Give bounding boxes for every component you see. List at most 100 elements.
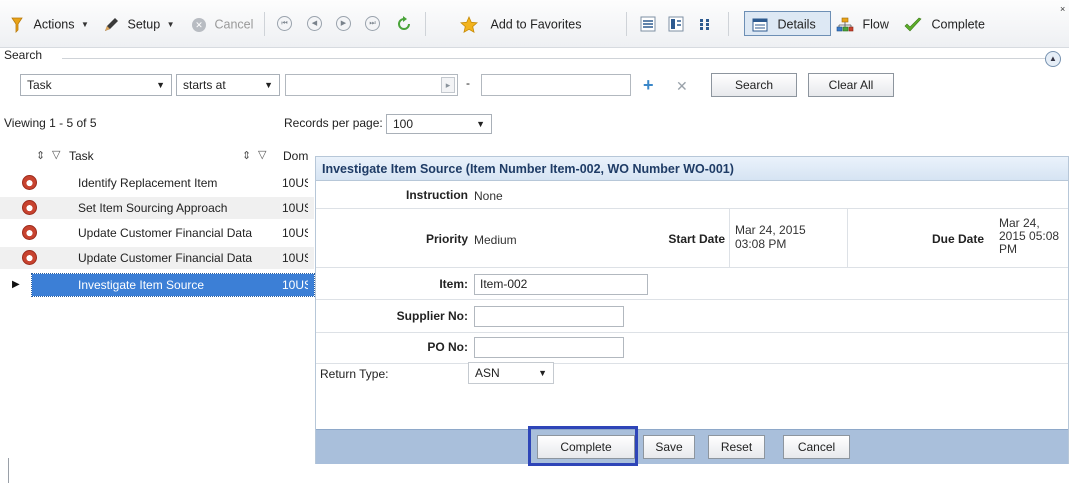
supplier-no-label: Supplier No: [396,309,468,323]
divider [316,332,1068,333]
item-input[interactable]: Item-002 [474,274,648,295]
alarm-clock-icon [22,250,37,265]
column-header-task[interactable]: Task [69,149,94,163]
priority-value: Medium [474,233,517,247]
task-domain: 10US [282,176,308,190]
task-domain: 10US [282,226,308,240]
search-button[interactable]: Search [711,73,797,97]
collapse-icon[interactable]: ▲ [1045,51,1061,67]
toolbar-separator [425,12,426,36]
list-view-icon[interactable] [640,16,656,32]
details-icon [752,18,768,32]
po-no-input[interactable] [474,337,624,358]
column-header-domain[interactable]: Dom [283,149,308,163]
grid-view-icon[interactable] [697,16,713,32]
search-to-input[interactable] [481,74,631,96]
chevron-down-icon: ▼ [538,368,547,378]
chevron-down-icon: ▼ [264,80,273,90]
priority-label: Priority [425,232,468,246]
table-row-selected[interactable]: Investigate Item Source 10US [31,273,315,297]
table-row[interactable]: Identify Replacement Item 10US [0,172,314,194]
star-icon [460,15,478,33]
divider [316,267,1068,268]
table-row[interactable]: Update Customer Financial Data 10US [0,222,314,244]
task-name: Investigate Item Source [78,278,205,292]
refresh-icon[interactable] [395,15,413,33]
start-date-value: Mar 24, 2015 03:08 PM [735,223,806,251]
cancel-toolbar-button[interactable]: ✕ Cancel [192,13,253,35]
table-row[interactable]: Update Customer Financial Data 10US [0,247,314,269]
add-to-favorites-label: Add to Favorites [490,17,582,32]
grid-header: ⇕ ▽ Task ⇕ ▽ Dom [0,144,315,170]
cancel-label: Cancel [214,17,254,32]
chevron-down-icon: ▼ [166,19,175,29]
return-type-select[interactable]: ASN ▼ [468,362,554,384]
task-detail-panel: Investigate Item Source (Item Number Ite… [315,156,1069,464]
previous-record-icon[interactable]: ◀ [307,16,322,31]
due-date-value: Mar 24, 2015 05:08 PM [999,216,1060,256]
cancel-circle-icon: ✕ [192,17,206,32]
divider [316,208,1068,209]
divider [729,209,730,267]
task-domain: 10US [282,201,308,215]
reset-button[interactable]: Reset [708,435,765,459]
item-label: Item: [439,277,468,291]
save-button[interactable]: Save [643,435,695,459]
checkmark-icon [904,17,922,32]
search-operator-value: starts at [183,78,226,92]
supplier-no-input[interactable] [474,306,624,327]
first-record-icon[interactable]: ⏮ [277,16,292,31]
clear-all-button[interactable]: Clear All [808,73,894,97]
current-row-indicator-icon: ▶ [12,279,20,290]
viewing-count: Viewing 1 - 5 of 5 [4,116,97,130]
flow-label: Flow [862,17,889,32]
setup-label: Setup [127,17,161,32]
panel-title: Investigate Item Source (Item Number Ite… [316,157,1068,181]
flow-button[interactable]: Flow [836,13,889,35]
divider [8,458,9,483]
search-from-input[interactable] [285,74,458,96]
remove-criteria-icon[interactable]: ✕ [676,76,688,96]
next-record-icon[interactable]: ▶ [336,16,351,31]
divider [316,363,1068,364]
task-domain: 10US [282,278,308,292]
date-picker-icon[interactable]: ▸ [441,77,455,93]
search-field-select[interactable]: Task ▼ [20,74,172,96]
details-tab[interactable]: Details [752,13,816,35]
add-to-favorites-button[interactable]: Add to Favorites [460,13,582,35]
alarm-clock-icon [22,200,37,215]
complete-toolbar-button[interactable]: Complete [904,13,985,35]
instruction-value: None [474,189,503,203]
filter-icon[interactable]: ▽ [52,148,60,161]
records-per-page-select[interactable]: 100 ▼ [386,114,492,134]
table-row[interactable]: Set Item Sourcing Approach 10US [0,197,314,219]
alarm-clock-icon [22,175,37,190]
details-label: Details [777,17,816,32]
task-name: Update Customer Financial Data [78,251,253,265]
records-per-page-value: 100 [393,117,414,131]
filter-icon[interactable]: ▽ [258,148,266,161]
sort-icon[interactable]: ⇕ [36,149,45,162]
search-operator-select[interactable]: starts at ▼ [176,74,280,96]
cancel-button[interactable]: Cancel [783,435,850,459]
actions-menu[interactable]: Actions ▼ [10,13,89,35]
task-name: Identify Replacement Item [78,176,218,190]
pencil-icon [105,17,118,31]
return-type-value: ASN [475,366,500,380]
close-icon[interactable]: × [1060,4,1065,14]
search-field-value: Task [27,78,52,92]
form-footer: Complete Save Reset Cancel [316,429,1068,464]
search-section-label: Search [4,48,43,62]
add-criteria-icon[interactable]: + [643,75,654,95]
toolbar-separator [626,12,627,36]
chevron-down-icon: ▼ [476,119,485,129]
funnel-icon [11,17,23,33]
last-record-icon[interactable]: ⏭ [365,16,380,31]
toolbar: Actions ▼ Setup ▼ ✕ Cancel ⏮ ◀ ▶ ⏭ Add t… [0,0,1069,48]
setup-menu[interactable]: Setup ▼ [103,13,175,35]
task-domain: 10US [282,251,308,265]
alarm-clock-icon [22,225,37,240]
sort-icon[interactable]: ⇕ [242,149,251,162]
start-date-label: Start Date [668,232,725,246]
form-view-icon[interactable] [668,16,684,32]
